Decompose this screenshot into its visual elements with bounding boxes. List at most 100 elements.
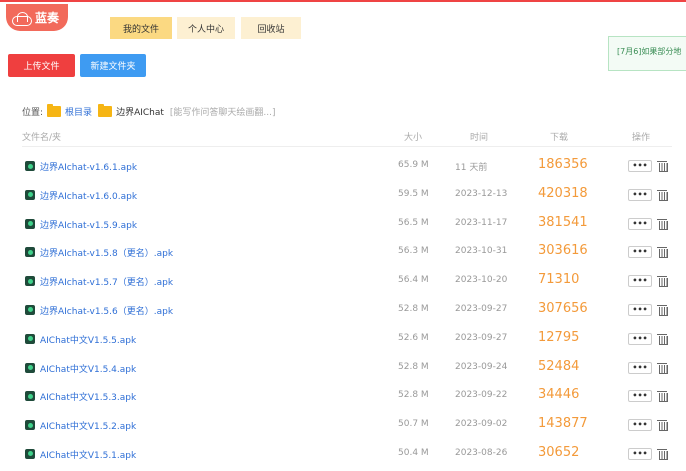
file-name-link[interactable]: 边界AIchat-v1.5.9.apk [40, 218, 137, 231]
file-size: 65.9 M [398, 160, 429, 170]
download-count: 381541 [538, 214, 588, 230]
apk-file-icon [25, 362, 35, 373]
top-accent-line [0, 0, 686, 2]
more-options-button[interactable]: ••• [628, 419, 652, 432]
tab-user-center[interactable]: 个人中心 [177, 17, 235, 39]
file-size: 56.5 M [398, 217, 429, 228]
file-name-link[interactable]: AIChat中文V1.5.5.apk [40, 333, 136, 346]
notice-banner[interactable]: [7月6]如果部分地 [608, 36, 686, 71]
more-options-button[interactable]: ••• [628, 303, 652, 316]
apk-file-icon [25, 247, 35, 258]
file-name-link[interactable]: AIChat中文V1.5.2.apk [40, 419, 136, 432]
header-time: 时间 [470, 133, 489, 143]
trash-icon[interactable] [657, 275, 668, 288]
new-folder-button[interactable]: 新建文件夹 [80, 54, 146, 77]
file-name-link[interactable]: 边界AIchat-v1.5.8（更名）.apk [40, 246, 173, 259]
table-row: 边界AIchat-v1.5.6（更名）.apk 52.8 M 2023-09-2… [22, 296, 672, 325]
apk-file-icon [25, 333, 35, 344]
trash-icon[interactable] [657, 189, 668, 201]
breadcrumb-current: 边界AIChat [116, 107, 164, 118]
file-time: 11 天前 [455, 163, 488, 173]
apk-file-icon [25, 420, 35, 431]
file-size: 50.4 M [398, 447, 429, 458]
file-size: 52.8 M [398, 390, 429, 401]
folder-icon [47, 103, 62, 117]
table-row: AIChat中文V1.5.1.apk 50.4 M 2023-08-26 306… [22, 440, 672, 469]
table-row: 边界AIchat-v1.5.9.apk 56.5 M 2023-11-17 38… [22, 210, 672, 239]
more-options-button[interactable]: ••• [628, 160, 652, 172]
upload-button[interactable]: 上传文件 [8, 54, 75, 77]
download-count: 30652 [538, 444, 580, 460]
file-time: 2023-11-17 [455, 217, 508, 228]
more-options-button[interactable]: ••• [628, 390, 652, 403]
apk-file-icon [25, 448, 35, 459]
trash-icon[interactable] [657, 333, 668, 345]
folder-description: [能写作问答聊天绘画翻...] [169, 107, 276, 118]
file-name-link[interactable]: 边界AIchat-v1.5.7（更名）.apk [40, 275, 173, 288]
file-list: 边界AIchat-v1.6.1.apk 65.9 M 11 天前 186356 … [22, 152, 672, 469]
file-time: 2023-09-27 [455, 303, 508, 314]
tab-my-files[interactable]: 我的文件 [110, 17, 172, 39]
file-name-link[interactable]: AIChat中文V1.5.1.apk [40, 448, 136, 461]
apk-file-icon [25, 189, 35, 200]
apk-file-icon [25, 304, 35, 315]
header-actions: 操作 [632, 133, 651, 143]
header-downloads: 下载 [550, 133, 569, 143]
download-count: 303616 [538, 243, 588, 259]
file-size: 52.8 M [398, 303, 429, 314]
table-header: 文件名/夹 大小 时间 下载 操作 [22, 127, 672, 147]
download-count: 71310 [538, 272, 580, 288]
file-time: 2023-09-22 [455, 390, 508, 401]
table-row: AIChat中文V1.5.3.apk 52.8 M 2023-09-22 344… [22, 382, 672, 411]
file-name-link[interactable]: 边界AIchat-v1.5.6（更名）.apk [40, 304, 173, 317]
header-size: 大小 [404, 133, 423, 143]
trash-icon[interactable] [657, 246, 668, 259]
file-name-link[interactable]: AIChat中文V1.5.3.apk [40, 390, 136, 403]
more-options-button[interactable]: ••• [628, 361, 652, 374]
more-options-button[interactable]: ••• [628, 275, 652, 288]
file-size: 59.5 M [398, 188, 429, 199]
download-count: 12795 [538, 329, 580, 345]
breadcrumb-label: 位置: [22, 107, 44, 118]
trash-icon[interactable] [657, 218, 668, 230]
breadcrumb: 位置: 根目录 边界AIChat [能写作问答聊天绘画翻...] [22, 103, 276, 118]
file-name-link[interactable]: 边界AIchat-v1.6.0.apk [40, 189, 137, 202]
file-size: 52.8 M [398, 361, 429, 372]
file-size: 50.7 M [398, 419, 429, 430]
table-row: 边界AIchat-v1.6.1.apk 65.9 M 11 天前 186356 … [22, 152, 672, 181]
file-time: 2023-08-26 [455, 447, 508, 458]
file-time: 2023-10-20 [455, 275, 508, 286]
file-time: 2023-10-31 [455, 246, 508, 257]
apk-file-icon [25, 161, 35, 171]
trash-icon[interactable] [657, 419, 668, 432]
file-time: 2023-12-13 [455, 188, 508, 199]
trash-icon[interactable] [657, 160, 668, 172]
tab-recycle-bin[interactable]: 回收站 [241, 17, 301, 39]
trash-icon[interactable] [657, 304, 668, 316]
download-count: 420318 [538, 185, 588, 201]
table-row: 边界AIchat-v1.5.8（更名）.apk 56.3 M 2023-10-3… [22, 238, 672, 267]
trash-icon[interactable] [657, 362, 668, 374]
download-count: 307656 [538, 300, 588, 316]
download-count: 143877 [538, 416, 588, 432]
folder-icon [98, 103, 113, 117]
download-count: 52484 [538, 358, 580, 374]
file-size: 52.6 M [398, 332, 429, 343]
trash-icon[interactable] [657, 448, 668, 460]
more-options-button[interactable]: ••• [628, 188, 652, 201]
file-name-link[interactable]: 边界AIchat-v1.6.1.apk [40, 160, 137, 173]
breadcrumb-root[interactable]: 根目录 [65, 105, 92, 118]
more-options-button[interactable]: ••• [628, 447, 652, 460]
file-name-link[interactable]: AIChat中文V1.5.4.apk [40, 362, 136, 375]
brand-logo[interactable]: 蓝奏 [6, 4, 68, 31]
apk-file-icon [25, 276, 35, 287]
more-options-button[interactable]: ••• [628, 217, 652, 230]
cloud-icon [12, 11, 32, 26]
more-options-button[interactable]: ••• [628, 332, 652, 345]
table-row: 边界AIchat-v1.6.0.apk 59.5 M 2023-12-13 42… [22, 181, 672, 210]
apk-file-icon [25, 218, 35, 229]
more-options-button[interactable]: ••• [628, 246, 652, 259]
trash-icon[interactable] [657, 390, 668, 403]
file-time: 2023-09-27 [455, 332, 508, 343]
table-row: AIChat中文V1.5.5.apk 52.6 M 2023-09-27 127… [22, 325, 672, 354]
